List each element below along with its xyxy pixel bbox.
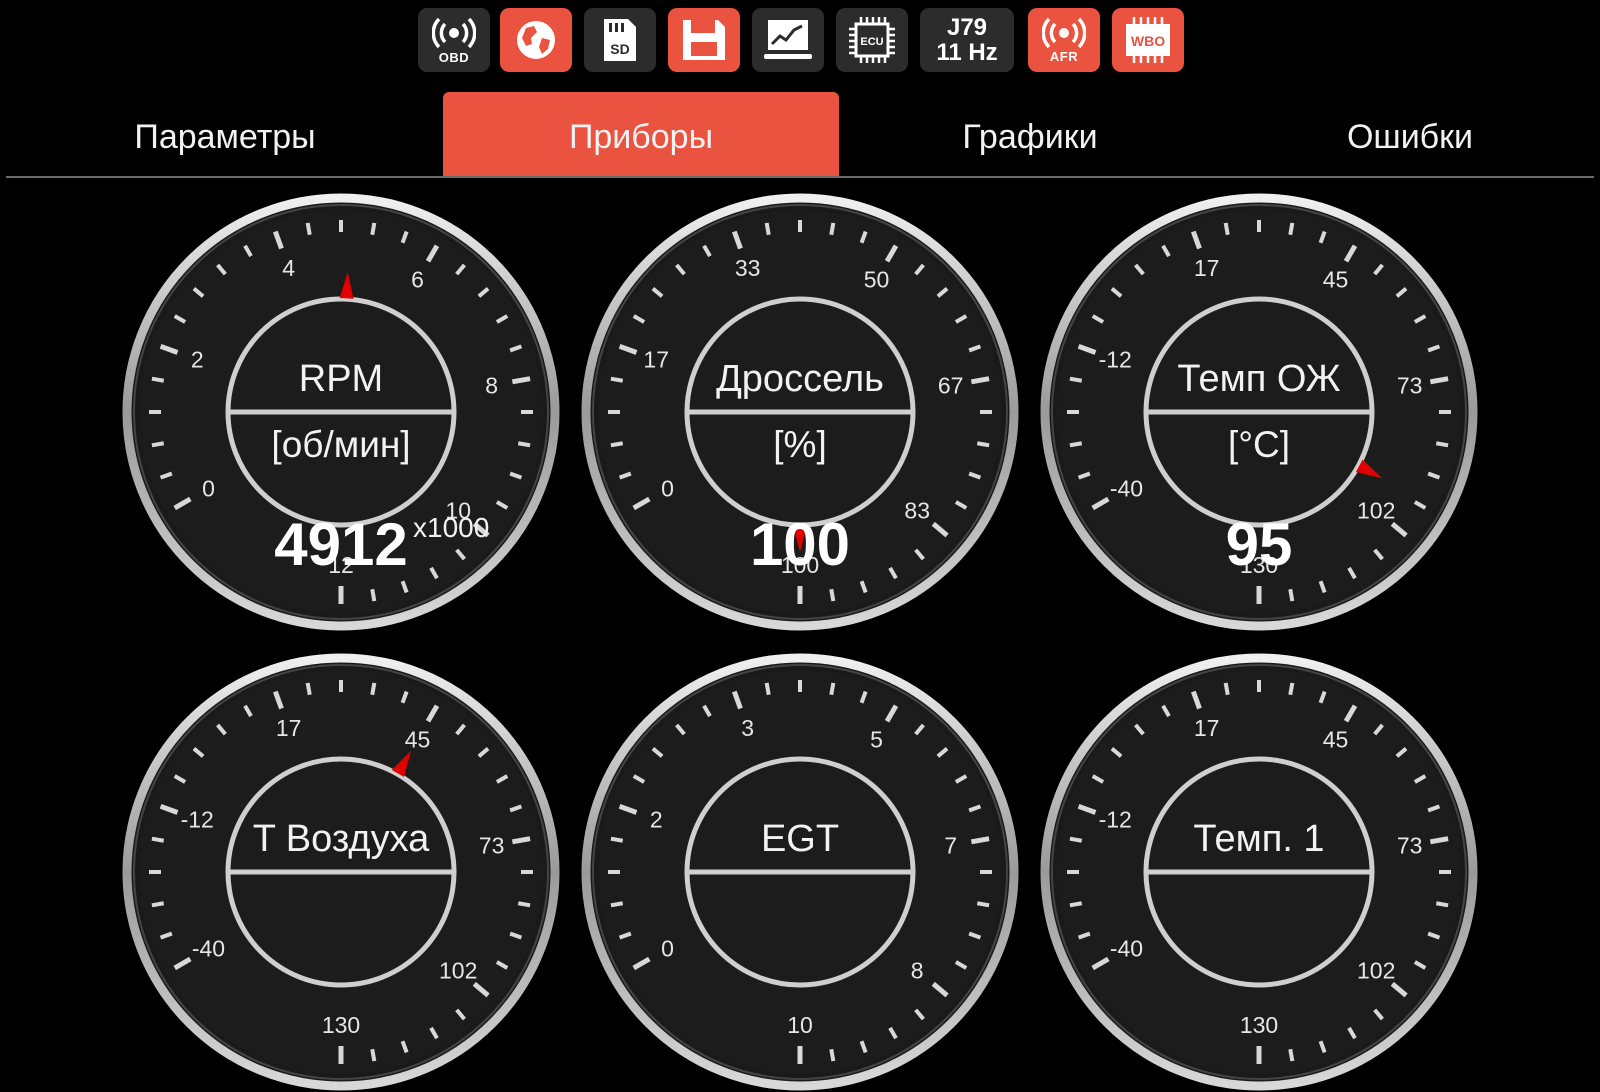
gauge-label: RPM <box>298 358 384 400</box>
gauge-tick <box>829 588 836 602</box>
gauge-label: Темп ОЖ <box>1177 358 1341 400</box>
gauge-tick <box>370 222 377 236</box>
gauge-scale-label: 0 <box>661 476 674 502</box>
gauge-tick <box>151 901 165 908</box>
gauge-scale-label: 5 <box>870 726 883 752</box>
gauge-scale-label: 6 <box>411 266 424 292</box>
gauge-rpm[interactable]: 0 2 4 6 8 10 12 RPM [об/мин] 4912 x1000 <box>121 192 561 632</box>
gauge-scale-label: -40 <box>1110 476 1143 502</box>
gauge-scale-label: 102 <box>439 957 477 983</box>
gauge-value: 100 <box>749 511 851 578</box>
gauge-scale-label: 33 <box>735 255 761 281</box>
gauge-scale-label: 17 <box>1194 255 1220 281</box>
gauge-throttle[interactable]: 0 17 33 50 67 83 100 Дроссель [%] 100 <box>580 192 1020 632</box>
gauge-multiplier: x1000 <box>413 512 490 543</box>
gauge-scale-label: 45 <box>1323 266 1349 292</box>
gauge-unit: [%] <box>773 424 827 465</box>
gauge-scale-label: 45 <box>405 726 431 752</box>
gauge-tick <box>610 901 624 908</box>
gauge-panel: 0 2 4 6 8 10 12 RPM [об/мин] 4912 x1000 0 17 33 50 67 83… <box>0 0 1600 1091</box>
gauge-label: EGT <box>760 818 840 860</box>
gauge-scale-label: 17 <box>1194 715 1220 741</box>
gauge-unit: [об/мин] <box>271 424 411 465</box>
gauge-scale-label: 130 <box>322 1012 360 1038</box>
gauge-coolant-temp[interactable]: -40 -12 17 45 73 102 130 Темп ОЖ [°C] 95 <box>1039 192 1479 632</box>
gauge-tick <box>1069 901 1083 908</box>
gauge-scale-label: -40 <box>1110 936 1143 962</box>
gauge-scale-label: 3 <box>741 715 754 741</box>
gauge-tick <box>1223 222 1230 236</box>
gauge-tick <box>370 682 377 696</box>
gauge-scale-label: -40 <box>192 936 225 962</box>
gauge-tick <box>1288 682 1295 696</box>
gauge-value: 4912 <box>274 511 408 578</box>
gauge-tick <box>517 901 531 908</box>
gauge-scale-label: 17 <box>276 715 302 741</box>
gauge-tick <box>764 222 771 236</box>
gauge-value: 95 <box>1225 511 1293 578</box>
gauge-egt[interactable]: 0 2 3 5 7 8 10 EGT <box>580 652 1020 1092</box>
gauge-scale-label: 50 <box>864 266 890 292</box>
gauge-dial: -40-1217 4573102130 <box>122 653 560 1091</box>
gauge-temp-1[interactable]: -40 -12 17 45 73 102 130 Темп. 1 <box>1039 652 1479 1092</box>
gauge-tick <box>1288 588 1295 602</box>
gauge-tick <box>1288 1048 1295 1062</box>
gauge-unit: [°C] <box>1227 424 1291 465</box>
gauge-tick <box>976 901 990 908</box>
gauge-label: Темп. 1 <box>1193 818 1325 860</box>
gauge-scale-label: 102 <box>1357 957 1395 983</box>
gauge-scale-label: 130 <box>1240 1012 1278 1038</box>
gauge-scale-label: 0 <box>661 936 674 962</box>
gauge-tick <box>370 1048 377 1062</box>
gauge-tick <box>829 682 836 696</box>
gauge-tick <box>764 682 771 696</box>
gauge-scale-label: 4 <box>282 255 295 281</box>
gauge-scale-label: 45 <box>1323 726 1349 752</box>
gauge-label: Дроссель <box>716 358 884 400</box>
gauge-tick <box>305 682 312 696</box>
gauge-scale-label: 10 <box>787 1012 813 1038</box>
gauge-tick <box>1435 901 1449 908</box>
gauge-tick <box>829 222 836 236</box>
gauge-tick <box>829 1048 836 1062</box>
gauge-dial: 023 57810 <box>581 653 1019 1091</box>
gauge-label: T Воздуха <box>252 818 430 860</box>
gauge-air-temp[interactable]: -40 -12 17 45 73 102 130 T Воздуха <box>121 652 561 1092</box>
gauge-scale-label: 8 <box>911 957 924 983</box>
gauge-dial: -40-1217 4573102130 <box>1040 653 1478 1091</box>
gauge-scale-label: 0 <box>202 476 215 502</box>
gauge-tick <box>1288 222 1295 236</box>
gauge-tick <box>1223 682 1230 696</box>
gauge-tick <box>305 222 312 236</box>
gauge-tick <box>370 588 377 602</box>
